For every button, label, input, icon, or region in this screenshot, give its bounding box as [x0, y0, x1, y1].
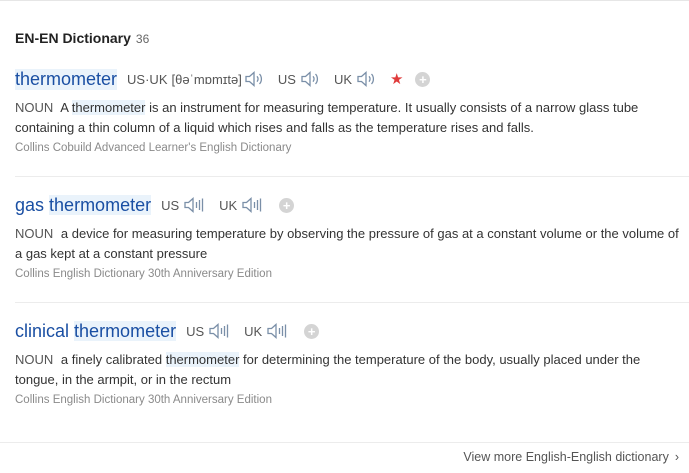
entry-headline: gas thermometer US UK +	[15, 193, 687, 217]
source-citation: Collins English Dictionary 30th Annivers…	[15, 268, 272, 280]
entry-divider	[15, 302, 689, 303]
headword[interactable]: clinical thermometer	[15, 320, 177, 342]
top-divider	[0, 0, 689, 1]
uk-label: UK	[333, 71, 352, 87]
us-label: US	[277, 71, 296, 87]
us-label: US	[161, 197, 180, 213]
chevron-right-icon: ›	[674, 450, 679, 464]
source-citation: Collins English Dictionary 30th Annivers…	[15, 394, 272, 406]
definition: NOUN A thermometer is an instrument for …	[15, 98, 687, 138]
us-uk-label: US·UK	[127, 71, 168, 87]
definition: NOUN a device for measuring temperature …	[15, 224, 687, 264]
uk-label: UK	[219, 197, 238, 213]
headword-prefix: gas	[15, 194, 45, 215]
entry-headline: clinical thermometer US UK +	[15, 319, 687, 343]
entry-gas-thermometer: gas thermometer US UK + NOUN a device fo…	[15, 193, 687, 280]
entry-thermometer: thermometer US·UK [θəˈmɒmɪtə] US UK ★ + …	[15, 67, 687, 154]
us-speaker-icon[interactable]	[183, 196, 207, 214]
headword-highlight: thermometer	[74, 320, 177, 341]
definition: NOUN a finely calibrated thermometer for…	[15, 350, 687, 390]
definition-text-before: A	[60, 100, 69, 115]
us-speaker-icon[interactable]	[300, 70, 322, 88]
add-icon[interactable]: +	[279, 197, 295, 213]
entry-clinical-thermometer: clinical thermometer US UK + NOUN a fine…	[15, 319, 687, 406]
add-icon[interactable]: +	[415, 71, 431, 87]
definition-text: a device for measuring temperature by ob…	[15, 226, 679, 261]
entry-divider	[15, 176, 689, 177]
add-icon[interactable]: +	[304, 323, 320, 339]
source-citation: Collins Cobuild Advanced Learner's Engli…	[15, 142, 292, 154]
us-speaker-icon[interactable]	[208, 322, 232, 340]
speaker-icon[interactable]	[244, 70, 266, 88]
uk-speaker-icon[interactable]	[266, 322, 290, 340]
uk-speaker-icon[interactable]	[356, 70, 378, 88]
part-of-speech: NOUN	[15, 100, 54, 115]
headword-highlight: thermometer	[49, 194, 152, 215]
view-more-label: View more English-English dictionary	[463, 450, 669, 464]
view-more-link[interactable]: View more English-English dictionary ›	[463, 450, 679, 464]
phonetic-transcription: [θəˈmɒmɪtə]	[171, 71, 242, 87]
entry-headline: thermometer US·UK [θəˈmɒmɪtə] US UK ★ +	[15, 67, 687, 91]
part-of-speech: NOUN	[15, 352, 54, 367]
headword[interactable]: gas thermometer	[15, 194, 152, 216]
uk-speaker-icon[interactable]	[241, 196, 265, 214]
star-icon[interactable]: ★	[390, 72, 403, 87]
headword[interactable]: thermometer	[15, 68, 118, 90]
part-of-speech: NOUN	[15, 226, 54, 241]
definition-highlight: thermometer	[165, 352, 240, 367]
dictionary-header: EN-EN Dictionary 36	[15, 30, 149, 46]
headword-prefix: clinical	[15, 320, 70, 341]
dictionary-count: 36	[135, 32, 150, 46]
us-label: US	[186, 323, 205, 339]
footer-divider	[0, 442, 689, 443]
dictionary-title: EN-EN Dictionary	[15, 30, 131, 46]
uk-label: UK	[244, 323, 263, 339]
definition-text-before: a finely calibrated	[60, 352, 163, 367]
definition-highlight: thermometer	[71, 100, 146, 115]
